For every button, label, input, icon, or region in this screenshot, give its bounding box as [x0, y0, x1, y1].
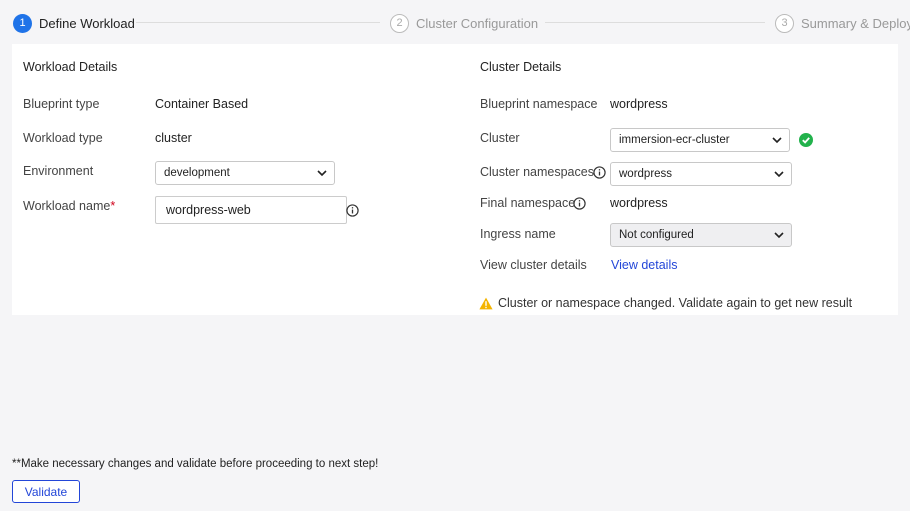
details-panel: Workload Details Blueprint type Containe…: [12, 44, 898, 315]
workload-name-label-text: Workload name: [23, 199, 111, 213]
info-icon[interactable]: [346, 204, 359, 217]
blueprint-namespace-value: wordpress: [610, 97, 668, 111]
blueprint-type-value: Container Based: [155, 97, 249, 111]
step-cluster-configuration[interactable]: 2 Cluster Configuration: [390, 12, 538, 34]
step-label: Cluster Configuration: [416, 15, 539, 31]
cluster-details-title: Cluster Details: [480, 60, 562, 74]
info-icon[interactable]: [593, 166, 606, 179]
ingress-name-select-value: Not configured: [619, 229, 694, 241]
cluster-namespaces-select-value: wordpress: [619, 168, 673, 180]
final-namespace-label: Final namespace: [480, 196, 576, 210]
check-circle-icon: [799, 133, 813, 147]
info-icon[interactable]: [573, 197, 586, 210]
cluster-select[interactable]: immersion-ecr-cluster: [610, 128, 790, 152]
cluster-label: Cluster: [480, 131, 520, 145]
validate-button[interactable]: Validate: [12, 480, 80, 503]
blueprint-type-label: Blueprint type: [23, 97, 100, 111]
view-cluster-details-label: View cluster details: [480, 258, 587, 272]
step-label: Summary & Deploy: [801, 15, 910, 31]
cluster-namespaces-label: Cluster namespaces: [480, 165, 594, 179]
step-number: 2: [390, 13, 409, 33]
step-connector: [545, 22, 765, 23]
step-define-workload[interactable]: 1 Define Workload: [13, 12, 135, 34]
step-summary-deploy[interactable]: 3 Summary & Deploy: [775, 12, 910, 34]
environment-label: Environment: [23, 164, 94, 178]
environment-select-value: development: [164, 167, 230, 179]
chevron-down-icon: [772, 137, 782, 144]
step-connector: [136, 22, 380, 23]
warning-text: Cluster or namespace changed. Validate a…: [498, 296, 853, 310]
workload-name-label: Workload name*: [23, 199, 115, 213]
validation-note: **Make necessary changes and validate be…: [12, 458, 379, 470]
environment-select[interactable]: development: [155, 161, 335, 185]
step-label: Define Workload: [39, 15, 135, 31]
ingress-name-select[interactable]: Not configured: [610, 223, 792, 247]
cluster-select-value: immersion-ecr-cluster: [619, 134, 730, 146]
workload-name-input-value: wordpress-web: [166, 203, 251, 217]
warning-icon: [479, 297, 493, 309]
ingress-name-label: Ingress name: [480, 227, 556, 241]
blueprint-namespace-label: Blueprint namespace: [480, 97, 598, 111]
workload-details-title: Workload Details: [23, 60, 118, 74]
chevron-down-icon: [774, 171, 784, 178]
workload-type-label: Workload type: [23, 131, 103, 145]
step-number: 1: [13, 13, 32, 33]
required-marker: *: [110, 199, 116, 213]
wizard-stepper: 1 Define Workload 2 Cluster Configuratio…: [0, 0, 910, 44]
chevron-down-icon: [774, 232, 784, 239]
step-number: 3: [775, 13, 794, 33]
validation-warning: Cluster or namespace changed. Validate a…: [479, 296, 852, 310]
final-namespace-value: wordpress: [610, 196, 668, 210]
chevron-down-icon: [317, 170, 327, 177]
workload-type-value: cluster: [155, 131, 192, 145]
cluster-namespaces-select[interactable]: wordpress: [610, 162, 792, 186]
workload-name-input[interactable]: wordpress-web: [155, 196, 347, 224]
view-details-link[interactable]: View details: [611, 258, 677, 272]
